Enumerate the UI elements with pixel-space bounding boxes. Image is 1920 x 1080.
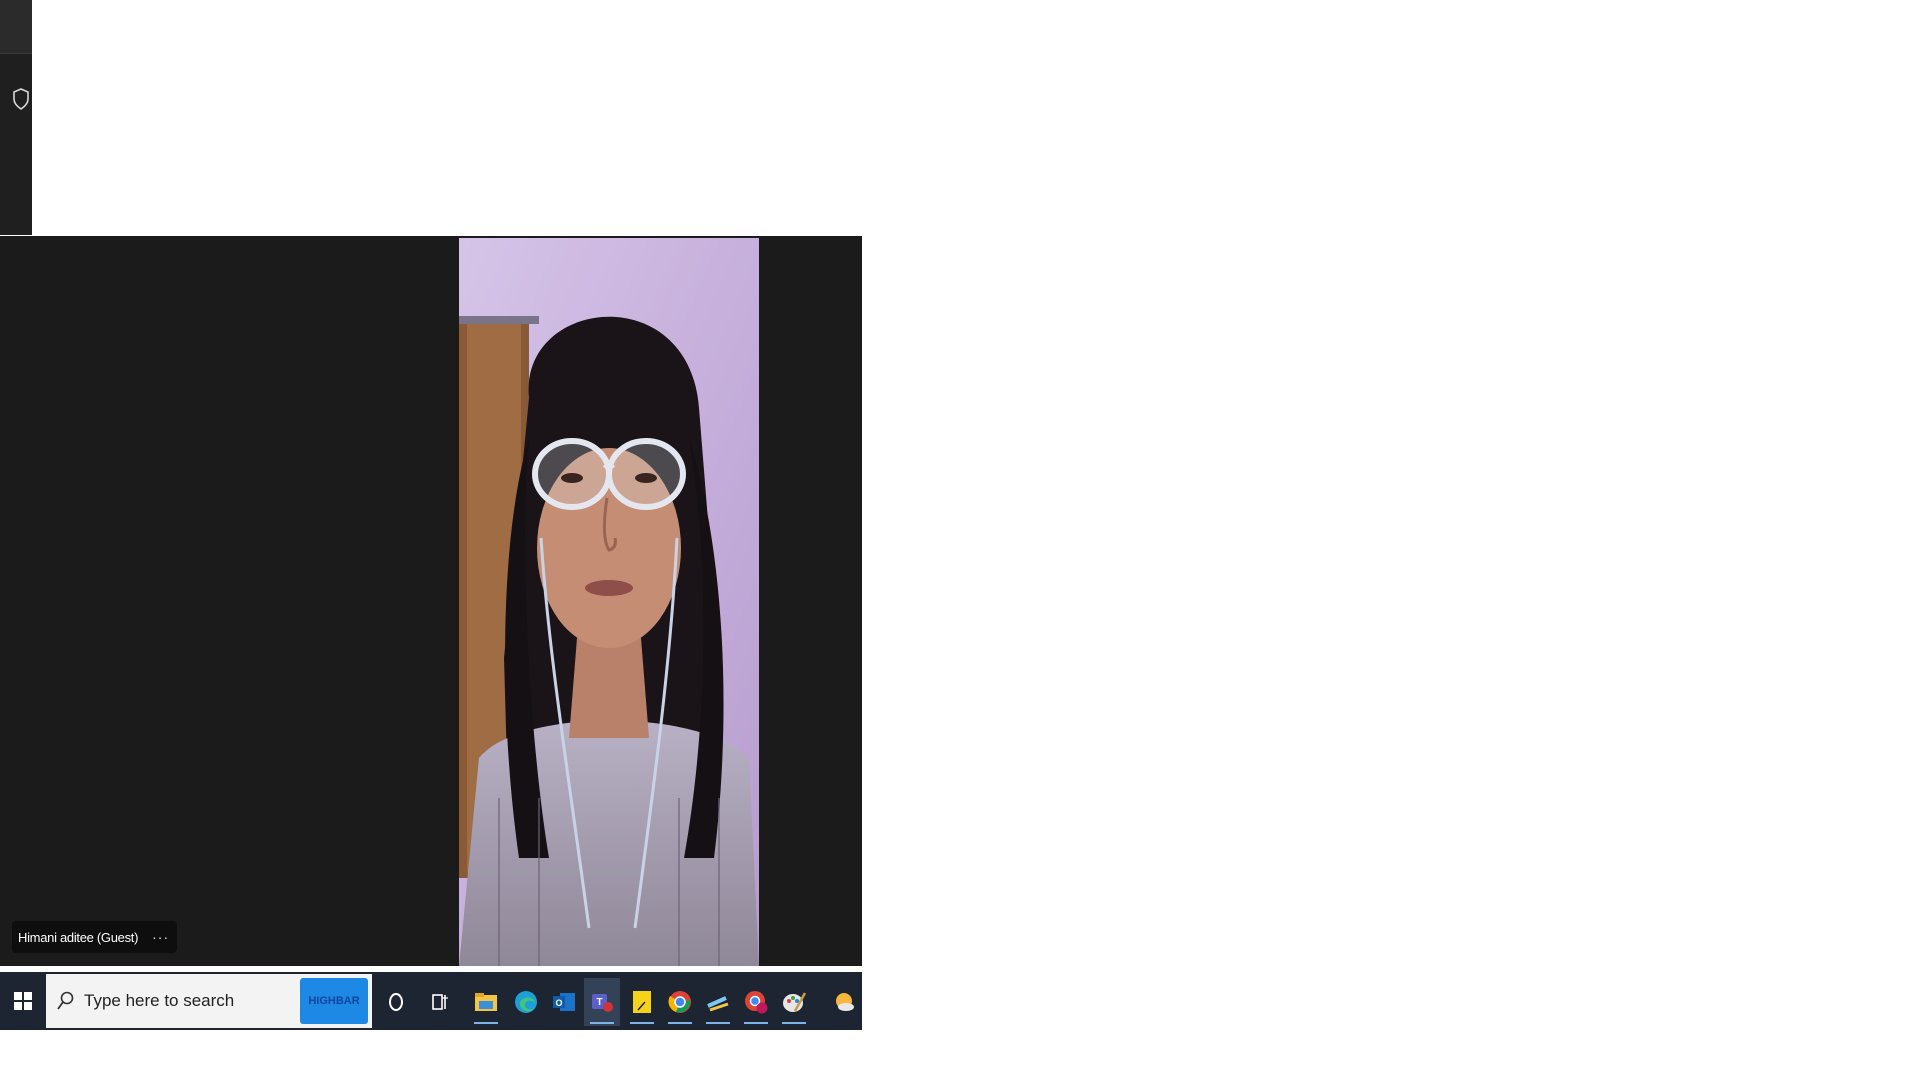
taskbar-search-input[interactable]: Type here to search HIGHBAR bbox=[46, 974, 372, 1028]
more-options-icon[interactable]: ··· bbox=[152, 929, 169, 945]
search-placeholder: Type here to search bbox=[84, 991, 235, 1010]
edge-icon[interactable] bbox=[508, 978, 544, 1026]
participant-video[interactable] bbox=[459, 238, 759, 966]
shield-icon[interactable] bbox=[12, 88, 30, 110]
chrome-profile-icon[interactable] bbox=[738, 978, 774, 1026]
svg-text:T: T bbox=[596, 997, 602, 1008]
teams-icon[interactable]: T bbox=[584, 978, 620, 1026]
cortana-icon[interactable] bbox=[378, 978, 414, 1026]
outlook-icon[interactable]: O bbox=[546, 978, 582, 1026]
search-highlight-badge[interactable]: HIGHBAR bbox=[300, 978, 368, 1024]
sticky-notes-icon[interactable] bbox=[624, 978, 660, 1026]
blank-region bbox=[32, 0, 862, 236]
app-icon[interactable] bbox=[700, 978, 736, 1026]
windows-start-icon[interactable] bbox=[0, 972, 46, 1030]
file-explorer-icon[interactable] bbox=[468, 978, 504, 1026]
chrome-icon[interactable] bbox=[662, 978, 698, 1026]
task-view-icon[interactable] bbox=[422, 978, 458, 1026]
paint-icon[interactable] bbox=[776, 978, 812, 1026]
svg-text:O: O bbox=[555, 998, 562, 1008]
title-bar bbox=[0, 0, 32, 54]
weather-icon[interactable] bbox=[826, 978, 862, 1026]
search-icon bbox=[57, 991, 74, 1010]
participant-name-tag: Himani aditee (Guest) ··· bbox=[12, 921, 178, 953]
participant-name: Himani aditee (Guest) bbox=[18, 929, 139, 945]
